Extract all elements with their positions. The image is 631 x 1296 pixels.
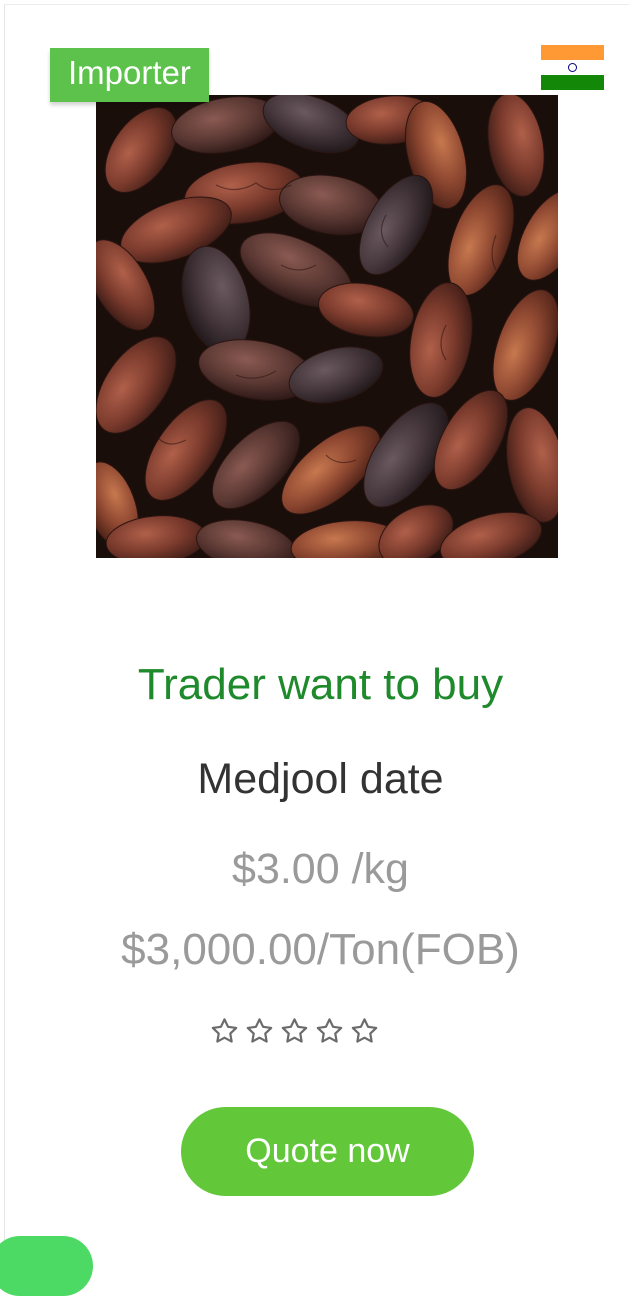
india-flag-icon xyxy=(541,45,604,90)
buy-headline: Trader want to buy xyxy=(137,660,504,709)
star-empty-icon xyxy=(351,1018,378,1043)
star-empty-icon xyxy=(281,1018,308,1043)
price-per-ton: $3,000.00/Ton(FOB) xyxy=(121,925,520,974)
product-image[interactable] xyxy=(96,95,558,558)
price-per-kg: $3.00 /kg xyxy=(232,845,409,893)
star-empty-icon xyxy=(246,1018,273,1043)
star-empty-icon xyxy=(211,1018,238,1043)
star-empty-icon xyxy=(316,1018,343,1043)
importer-badge: Importer xyxy=(50,48,209,102)
quote-now-button[interactable]: Quote now xyxy=(181,1107,474,1196)
product-name[interactable]: Medjool date xyxy=(5,755,631,804)
floating-chat-tab[interactable] xyxy=(0,1236,93,1296)
product-card[interactable]: Importer Trader want to buy Medjool date… xyxy=(4,4,629,1263)
rating-stars xyxy=(208,1015,381,1048)
